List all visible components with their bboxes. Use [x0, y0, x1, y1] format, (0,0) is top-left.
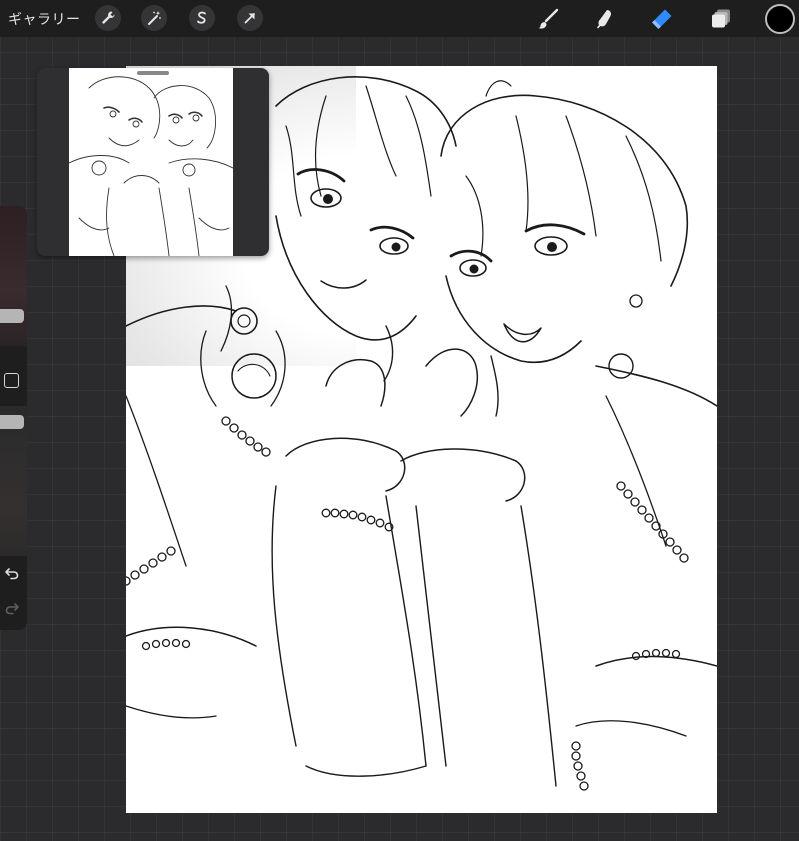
eraser-icon — [652, 9, 672, 29]
reference-thumbnail-drawing — [68, 76, 234, 256]
brush-size-slider-thumb[interactable] — [0, 309, 24, 323]
reference-drag-handle[interactable] — [137, 71, 169, 75]
selection-button[interactable] — [189, 5, 215, 31]
transform-arrow-icon — [244, 13, 255, 24]
modify-square-icon[interactable] — [4, 373, 19, 388]
redo-icon — [5, 603, 19, 615]
wrench-icon — [102, 11, 115, 24]
magic-wand-icon — [148, 11, 161, 25]
actions-button[interactable] — [95, 5, 121, 31]
paint-tool-button[interactable] — [533, 4, 563, 34]
brush-icon — [538, 8, 559, 29]
undo-icon — [5, 568, 19, 580]
color-swatch[interactable] — [765, 4, 795, 34]
undo-button[interactable] — [3, 564, 21, 582]
adjustments-button[interactable] — [141, 5, 167, 31]
smudge-tool-button[interactable] — [590, 4, 620, 34]
left-sidebar — [0, 206, 27, 630]
reference-window[interactable] — [37, 68, 269, 256]
smudge-icon — [597, 10, 612, 29]
reference-image — [68, 68, 234, 256]
top-toolbar: ギャラリー — [0, 0, 799, 37]
transform-button[interactable] — [237, 5, 263, 31]
erase-tool-button[interactable] — [647, 4, 677, 34]
brush-size-slider[interactable] — [0, 206, 27, 346]
layers-button[interactable] — [706, 4, 736, 34]
opacity-slider-thumb[interactable] — [0, 415, 24, 429]
selection-icon — [197, 11, 206, 24]
redo-button[interactable] — [3, 599, 21, 617]
gallery-button[interactable]: ギャラリー — [8, 9, 81, 29]
layers-icon — [712, 9, 730, 28]
